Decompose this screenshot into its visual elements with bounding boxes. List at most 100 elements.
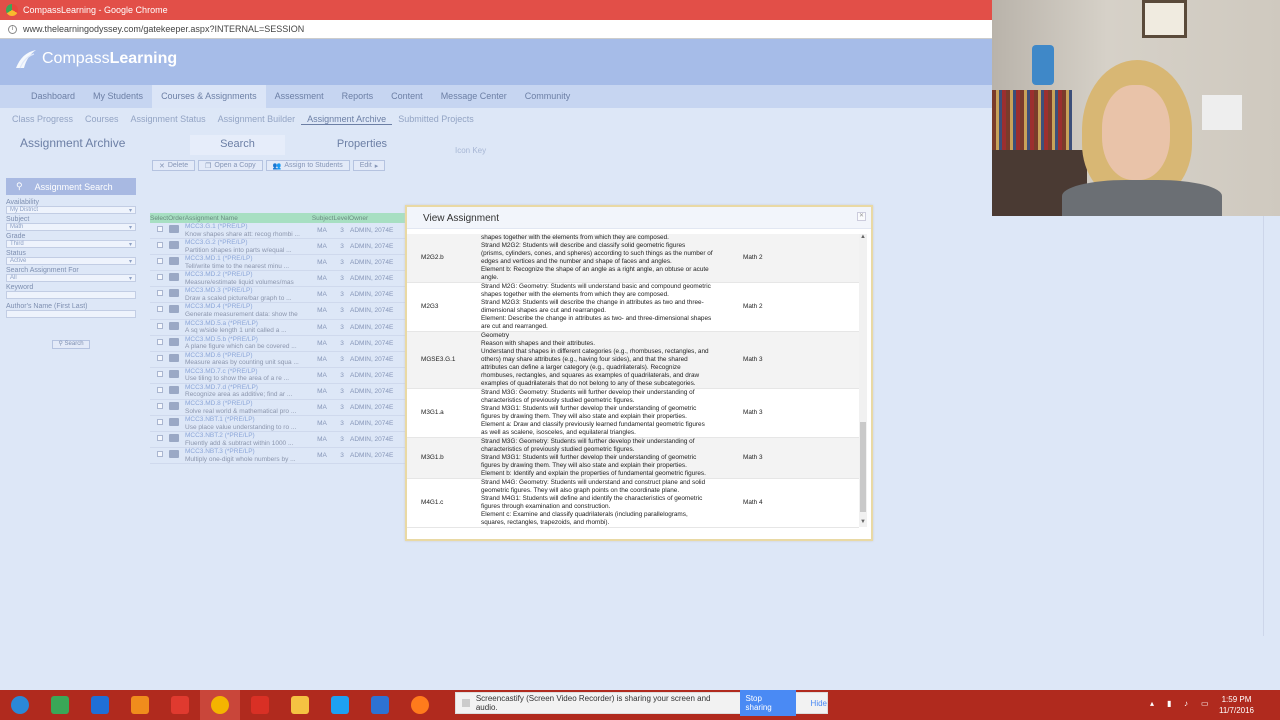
taskbar-firefox[interactable] xyxy=(400,690,440,720)
taskbar-screencast[interactable] xyxy=(40,690,80,720)
taskbar-windows-start[interactable] xyxy=(0,690,40,720)
row-checkbox[interactable] xyxy=(157,403,163,410)
row-checkbox[interactable] xyxy=(157,338,163,345)
assignment-code-link[interactable]: MCC3.MD.1 (*PRE/LP) xyxy=(185,255,310,263)
table-row[interactable]: MCC3.MD.2 (*PRE/LP) Measure/estimate liqu… xyxy=(150,271,406,288)
column-header-order[interactable]: Order xyxy=(168,215,185,222)
column-header-select[interactable]: Select xyxy=(150,215,168,222)
open-copy-button[interactable]: ❐ Open a Copy xyxy=(198,160,263,171)
scroll-thumb[interactable] xyxy=(860,422,866,512)
row-checkbox[interactable] xyxy=(157,258,163,265)
subnav-item-assignment-status[interactable]: Assignment Status xyxy=(125,114,212,124)
taskbar-gmail[interactable] xyxy=(240,690,280,720)
compasslearning-logo[interactable]: Compass Learning xyxy=(14,48,177,70)
assign-students-button[interactable]: 👥 Assign to Students xyxy=(265,160,350,171)
table-row[interactable]: MCC3.G.1 (*PRE/LP) Know shapes share att:… xyxy=(150,223,406,240)
table-row[interactable]: MCC3.NBT.3 (*PRE/LP) Multiply one-digit w… xyxy=(150,448,406,465)
nav-item-reports[interactable]: Reports xyxy=(333,85,383,108)
table-row[interactable]: MCC3.MD.1 (*PRE/LP) Tell/write time to th… xyxy=(150,255,406,272)
tray-up-icon[interactable]: ▴ xyxy=(1150,699,1159,708)
assignment-code-link[interactable]: MCC3.MD.7.d (*PRE/LP) xyxy=(185,384,310,392)
row-checkbox[interactable] xyxy=(157,322,163,329)
delete-button[interactable]: ✕ Delete xyxy=(152,160,196,171)
table-row[interactable]: MCC3.MD.3 (*PRE/LP) Draw a scaled picture… xyxy=(150,287,406,304)
scroll-down-icon[interactable]: ▼ xyxy=(859,519,867,527)
table-row[interactable]: MCC3.MD.7.d (*PRE/LP) Recognize area as a… xyxy=(150,384,406,401)
page-scrollbar[interactable] xyxy=(1263,216,1270,636)
address-bar[interactable]: i www.thelearningodyssey.com/gatekeeper.… xyxy=(0,20,992,39)
column-header-subject[interactable]: Subject xyxy=(312,215,334,222)
taskbar-pse[interactable] xyxy=(80,690,120,720)
table-row[interactable]: MCC3.G.2 (*PRE/LP) Partition shapes into … xyxy=(150,239,406,256)
table-row[interactable]: MCC3.MD.7.c (*PRE/LP) Use tiling to show … xyxy=(150,368,406,384)
table-row[interactable]: MCC3.MD.8 (*PRE/LP) Solve real world & ma… xyxy=(150,400,406,417)
subnav-item-courses[interactable]: Courses xyxy=(79,114,125,124)
row-checkbox[interactable] xyxy=(157,274,163,281)
url-text[interactable]: www.thelearningodyssey.com/gatekeeper.as… xyxy=(23,24,304,34)
search-for-select[interactable]: All ▾ xyxy=(6,274,136,282)
row-checkbox[interactable] xyxy=(157,242,163,249)
row-checkbox[interactable] xyxy=(157,306,163,313)
tab-properties[interactable]: Properties xyxy=(318,135,406,155)
table-row[interactable]: MCC3.MD.4 (*PRE/LP) Generate measurement … xyxy=(150,303,406,320)
table-row[interactable]: MCC3.MD.5.a (*PRE/LP) A sq w/side length … xyxy=(150,320,406,336)
taskbar-acrobat[interactable] xyxy=(160,690,200,720)
row-checkbox[interactable] xyxy=(157,435,163,442)
modal-scrollbar[interactable]: ▲ ▼ xyxy=(859,234,867,527)
column-header-owner[interactable]: Owner xyxy=(349,215,368,222)
row-checkbox[interactable] xyxy=(157,386,163,393)
taskbar-clock[interactable]: 1:59 PM 11/7/2016 xyxy=(1219,694,1254,716)
taskbar-app-grid[interactable] xyxy=(360,690,400,720)
column-header-assignment-name[interactable]: Assignment Name xyxy=(185,215,238,222)
sidebar-search-button[interactable]: ⚲ Search xyxy=(52,340,90,349)
assignment-code-link[interactable]: MCC3.MD.8 (*PRE/LP) xyxy=(185,400,310,408)
keyboard-icon[interactable]: ▭ xyxy=(1201,699,1210,708)
assignment-code-link[interactable]: MCC3.MD.2 (*PRE/LP) xyxy=(185,271,310,279)
assignment-code-link[interactable]: MCC3.MD.6 (*PRE/LP) xyxy=(185,352,310,360)
nav-item-message-center[interactable]: Message Center xyxy=(432,85,516,108)
tab-search[interactable]: Search xyxy=(190,135,285,155)
status-select[interactable]: Active ▾ xyxy=(6,257,136,265)
author-input[interactable] xyxy=(6,310,136,318)
assignment-code-link[interactable]: MCC3.G.1 (*PRE/LP) xyxy=(185,223,310,231)
row-checkbox[interactable] xyxy=(157,354,163,361)
subnav-item-class-progress[interactable]: Class Progress xyxy=(6,114,79,124)
icon-key-link[interactable]: Icon Key xyxy=(455,146,486,155)
edit-button[interactable]: Edit ▸ xyxy=(352,160,386,171)
info-icon[interactable]: i xyxy=(8,24,17,34)
subnav-item-assignment-archive[interactable]: Assignment Archive xyxy=(301,114,393,125)
close-icon[interactable]: ✕ xyxy=(857,212,866,221)
keyword-input[interactable] xyxy=(6,291,136,299)
assignment-code-link[interactable]: MCC3.NBT.3 (*PRE/LP) xyxy=(185,448,310,456)
nav-item-content[interactable]: Content xyxy=(382,85,432,108)
column-header-level[interactable]: Level xyxy=(334,215,350,222)
taskbar-media-player[interactable] xyxy=(120,690,160,720)
row-checkbox[interactable] xyxy=(157,226,163,232)
table-row[interactable]: MCC3.MD.6 (*PRE/LP) Measure areas by coun… xyxy=(150,352,406,368)
taskbar-twitter[interactable] xyxy=(320,690,360,720)
table-row[interactable]: MCC3.NBT.2 (*PRE/LP) Fluently add & subtr… xyxy=(150,432,406,449)
assignment-code-link[interactable]: MCC3.MD.3 (*PRE/LP) xyxy=(185,287,310,295)
table-row[interactable]: MCC3.MD.5.b (*PRE/LP) A plane figure whic… xyxy=(150,336,406,352)
network-icon[interactable]: ▮ xyxy=(1167,699,1176,708)
scroll-up-icon[interactable]: ▲ xyxy=(859,234,867,242)
nav-item-assessment[interactable]: Assessment xyxy=(266,85,333,108)
assignment-code-link[interactable]: MCC3.MD.5.b (*PRE/LP) xyxy=(185,336,310,344)
row-checkbox[interactable] xyxy=(157,451,163,458)
assignment-code-link[interactable]: MCC3.MD.7.c (*PRE/LP) xyxy=(185,368,310,376)
row-checkbox[interactable] xyxy=(157,370,163,377)
nav-item-dashboard[interactable]: Dashboard xyxy=(22,85,84,108)
row-checkbox[interactable] xyxy=(157,290,163,297)
nav-item-courses-assignments[interactable]: Courses & Assignments xyxy=(152,85,266,108)
hide-link[interactable]: Hide xyxy=(811,699,827,708)
assignment-code-link[interactable]: MCC3.NBT.1 (*PRE/LP) xyxy=(185,416,310,424)
nav-item-my-students[interactable]: My Students xyxy=(84,85,152,108)
subnav-item-submitted-projects[interactable]: Submitted Projects xyxy=(392,114,480,124)
assignment-code-link[interactable]: MCC3.MD.5.a (*PRE/LP) xyxy=(185,320,310,328)
table-row[interactable]: MCC3.NBT.1 (*PRE/LP) Use place value unde… xyxy=(150,416,406,433)
assignment-code-link[interactable]: MCC3.NBT.2 (*PRE/LP) xyxy=(185,432,310,440)
subnav-item-assignment-builder[interactable]: Assignment Builder xyxy=(212,114,302,124)
taskbar-chrome[interactable] xyxy=(200,690,240,720)
nav-item-community[interactable]: Community xyxy=(516,85,580,108)
taskbar-file-explorer[interactable] xyxy=(280,690,320,720)
